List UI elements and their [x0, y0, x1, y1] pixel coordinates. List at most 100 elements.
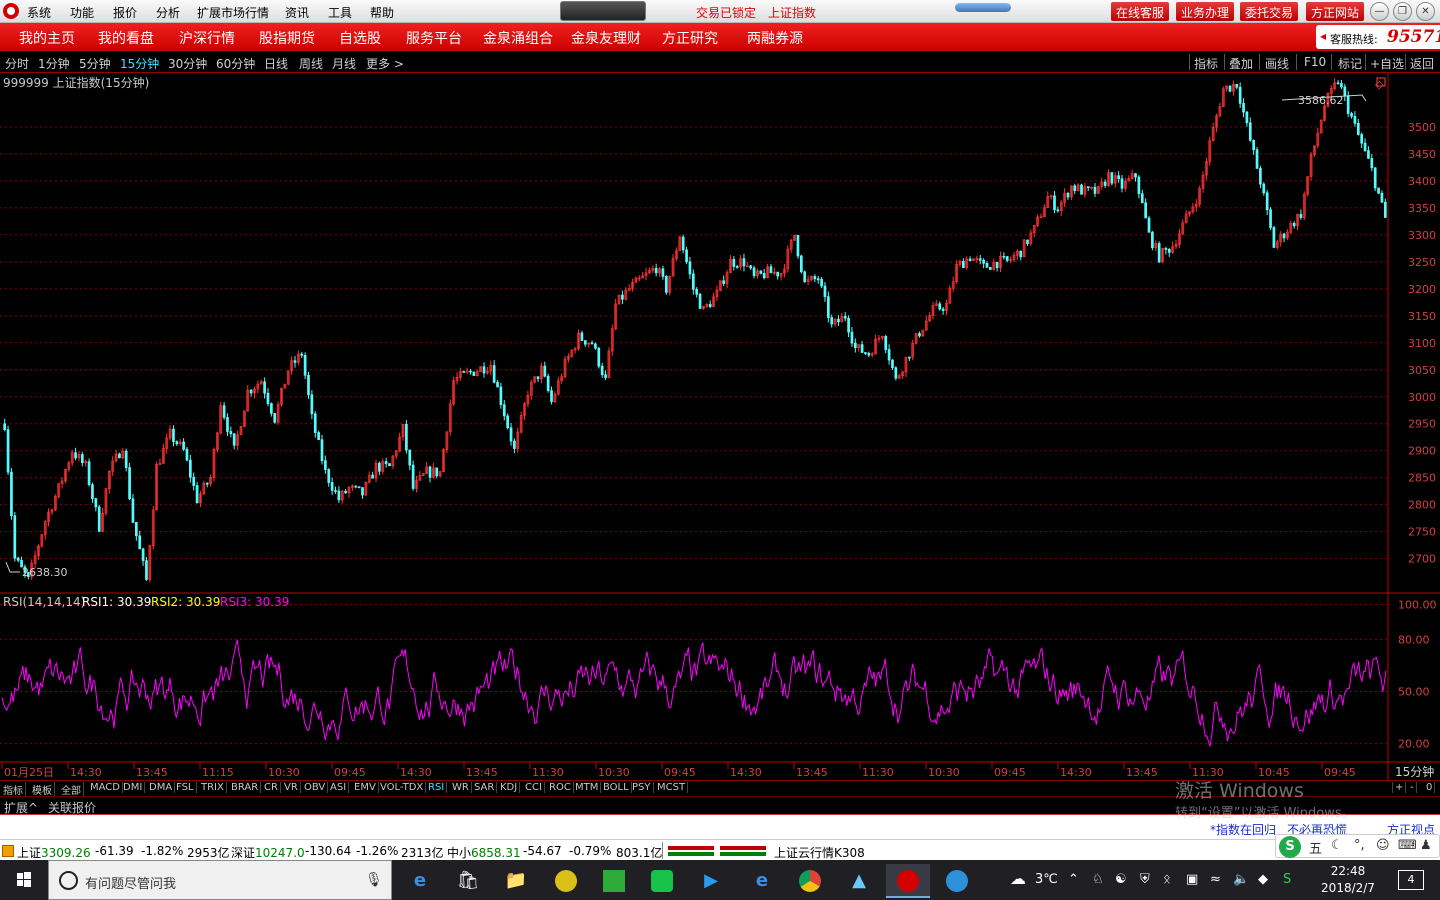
- candle[interactable]: [445, 431, 449, 453]
- candle[interactable]: [594, 342, 597, 350]
- rsi-line[interactable]: [1, 639, 1387, 747]
- candle[interactable]: [502, 400, 506, 421]
- period-1min[interactable]: 1分钟: [38, 55, 70, 72]
- website-button[interactable]: 方正网站: [1306, 2, 1365, 21]
- candle[interactable]: [1073, 183, 1077, 195]
- keyboard-icon[interactable]: ⌨: [1398, 838, 1417, 853]
- candle[interactable]: [877, 334, 881, 343]
- candle[interactable]: [280, 387, 283, 407]
- candle[interactable]: [813, 274, 817, 283]
- candle[interactable]: [158, 458, 162, 466]
- nav-watchlist[interactable]: 自选股: [339, 28, 381, 48]
- candle[interactable]: [1302, 191, 1306, 221]
- wifi-icon[interactable]: ≈: [1210, 872, 1221, 887]
- minimize-icon[interactable]: —: [1370, 2, 1389, 21]
- sogou-tray-icon[interactable]: S: [1283, 872, 1291, 887]
- indicator-boll[interactable]: BOLL: [601, 782, 632, 793]
- candle[interactable]: [192, 472, 196, 491]
- candle[interactable]: [472, 371, 476, 377]
- candle[interactable]: [540, 362, 543, 384]
- candle[interactable]: [1117, 171, 1120, 183]
- candle[interactable]: [806, 275, 810, 286]
- candle[interactable]: [536, 376, 540, 382]
- candle[interactable]: [654, 263, 658, 277]
- emoji-icon[interactable]: ☺: [1376, 838, 1390, 853]
- candle[interactable]: [499, 382, 503, 409]
- candle[interactable]: [1282, 232, 1286, 243]
- indicator-cr[interactable]: CR: [262, 782, 281, 793]
- candle[interactable]: [837, 315, 840, 326]
- candle[interactable]: [651, 265, 655, 273]
- nav-wealth[interactable]: 金泉友理财: [571, 28, 641, 48]
- period-15min[interactable]: 15分钟: [120, 55, 159, 72]
- candle[interactable]: [948, 285, 952, 304]
- candle[interactable]: [1319, 119, 1323, 134]
- candle[interactable]: [965, 256, 969, 270]
- candle[interactable]: [1316, 127, 1320, 149]
- candle[interactable]: [621, 290, 624, 305]
- cortana-icon[interactable]: [59, 871, 78, 890]
- candle[interactable]: [1080, 183, 1083, 195]
- indicator-kdj[interactable]: KDJ: [498, 782, 521, 793]
- candle[interactable]: [10, 468, 13, 520]
- candle[interactable]: [999, 251, 1002, 273]
- candle[interactable]: [864, 352, 867, 355]
- candle[interactable]: [911, 339, 915, 361]
- candle[interactable]: [1373, 167, 1377, 191]
- candle[interactable]: [67, 460, 71, 472]
- candle[interactable]: [107, 470, 111, 494]
- candle[interactable]: [607, 347, 611, 379]
- candle[interactable]: [1059, 200, 1063, 217]
- candle[interactable]: [1360, 132, 1364, 149]
- candle[interactable]: [448, 399, 452, 436]
- candle[interactable]: [327, 468, 331, 487]
- candle[interactable]: [1279, 231, 1283, 247]
- indicator-fsl[interactable]: FSL: [174, 782, 197, 793]
- moon-icon[interactable]: ☾: [1331, 838, 1343, 853]
- candle[interactable]: [1248, 117, 1252, 142]
- candle[interactable]: [1157, 241, 1161, 264]
- candle[interactable]: [286, 370, 290, 386]
- candle[interactable]: [219, 401, 223, 435]
- candle[interactable]: [374, 460, 378, 483]
- candle[interactable]: [752, 265, 756, 279]
- indicator-sar[interactable]: SAR: [472, 782, 498, 793]
- period-weekly[interactable]: 周线: [299, 55, 323, 72]
- candle[interactable]: [516, 427, 520, 453]
- candle[interactable]: [823, 282, 827, 302]
- candle[interactable]: [928, 312, 931, 322]
- candle[interactable]: [1194, 199, 1198, 212]
- candle[interactable]: [982, 258, 985, 269]
- candle[interactable]: [13, 511, 17, 562]
- candle[interactable]: [1029, 229, 1033, 246]
- app-photo-icon[interactable]: [592, 864, 636, 898]
- candle[interactable]: [320, 434, 324, 465]
- candle[interactable]: [887, 344, 891, 365]
- tray-app2-icon[interactable]: ☯: [1115, 872, 1127, 887]
- candle[interactable]: [1086, 186, 1090, 192]
- candle[interactable]: [1046, 191, 1050, 209]
- candle[interactable]: [570, 349, 574, 358]
- ime-logo-icon[interactable]: S: [1279, 836, 1301, 858]
- candle[interactable]: [1043, 204, 1046, 218]
- indicator-dmi[interactable]: DMI: [121, 782, 146, 793]
- candle[interactable]: [317, 430, 320, 441]
- candle[interactable]: [506, 413, 510, 430]
- candle[interactable]: [91, 482, 94, 503]
- candle[interactable]: [543, 361, 547, 378]
- nav-margin[interactable]: 两融券源: [747, 28, 803, 48]
- tool-mark[interactable]: 标记: [1338, 55, 1362, 72]
- clock[interactable]: 22:48 2018/2/7: [1320, 863, 1376, 897]
- candle[interactable]: [870, 351, 874, 358]
- candle[interactable]: [3, 418, 7, 432]
- candle[interactable]: [388, 463, 391, 467]
- candle[interactable]: [131, 493, 135, 523]
- candle[interactable]: [455, 372, 459, 385]
- candle[interactable]: [134, 522, 138, 541]
- candle[interactable]: [104, 487, 108, 516]
- close-icon[interactable]: ✕: [1416, 2, 1435, 21]
- candle[interactable]: [421, 472, 425, 477]
- store-icon[interactable]: 🛍: [446, 864, 490, 898]
- candle[interactable]: [415, 475, 418, 493]
- period-30min[interactable]: 30分钟: [168, 55, 207, 72]
